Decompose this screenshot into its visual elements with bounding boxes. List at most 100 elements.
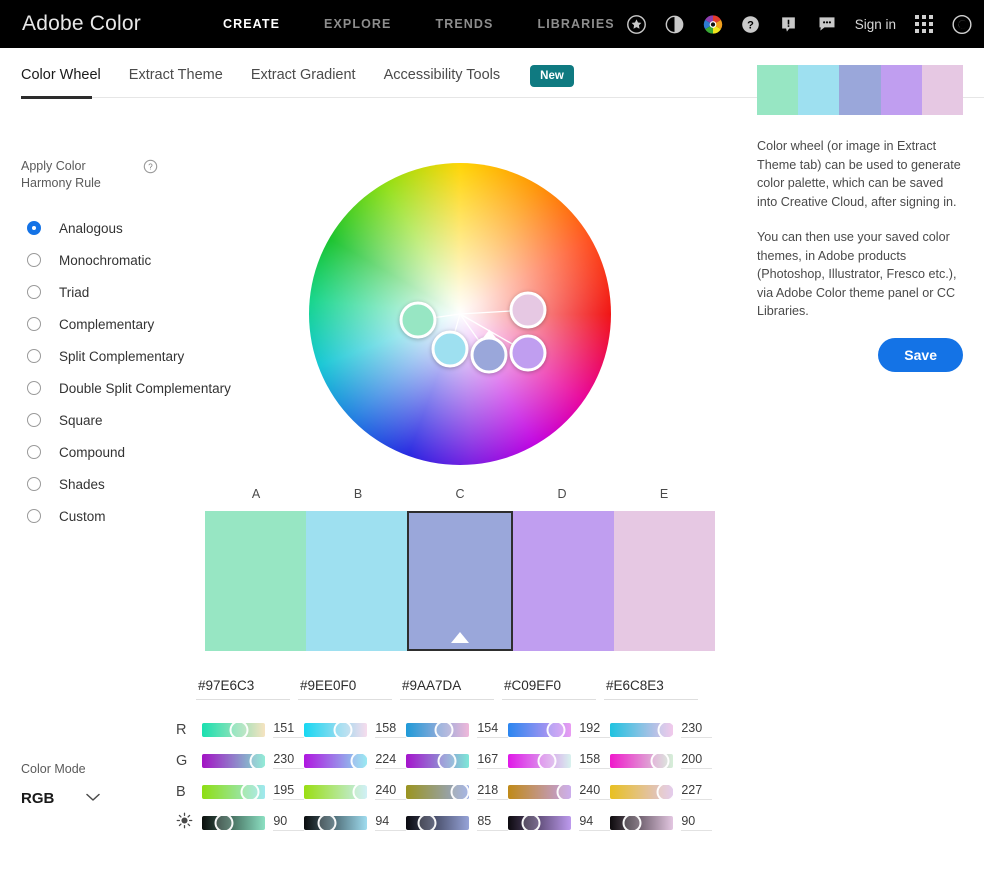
radio-icon[interactable] <box>27 253 41 267</box>
rule-compound[interactable]: Compound <box>21 436 241 468</box>
tab-accessibility-tools[interactable]: Accessibility Tools <box>384 67 501 85</box>
channel-slider-knob[interactable] <box>214 813 234 832</box>
channel-value[interactable]: 94 <box>375 814 406 831</box>
new-badge[interactable]: New <box>530 65 574 87</box>
channel-value[interactable]: 151 <box>273 721 304 738</box>
channel-value[interactable]: 154 <box>477 721 508 738</box>
creative-cloud-icon[interactable] <box>952 14 972 34</box>
channel-slider-track[interactable] <box>304 751 370 770</box>
channel-value[interactable]: 158 <box>579 752 610 769</box>
swatch-e[interactable] <box>613 511 716 651</box>
help-icon[interactable]: ? <box>741 14 761 34</box>
contrast-icon[interactable] <box>665 14 685 34</box>
channel-slider-track[interactable] <box>202 751 269 770</box>
rule-square[interactable]: Square <box>21 404 241 436</box>
nav-item-create[interactable]: CREATE <box>223 17 280 31</box>
radio-icon[interactable] <box>27 349 41 363</box>
channel-slider-track[interactable] <box>202 720 266 739</box>
help-circle-icon[interactable]: ? <box>143 159 158 179</box>
channel-value[interactable]: 192 <box>579 721 610 738</box>
channel-slider-track[interactable] <box>406 813 470 832</box>
channel-value[interactable]: 90 <box>273 814 304 831</box>
channel-slider-knob[interactable] <box>350 751 370 770</box>
channel-slider-knob[interactable] <box>352 782 372 801</box>
channel-slider-knob[interactable] <box>622 813 642 832</box>
channel-slider-knob[interactable] <box>521 813 541 832</box>
color-wheel-icon[interactable] <box>703 14 723 34</box>
channel-slider-track[interactable] <box>406 782 470 801</box>
channel-slider-track[interactable] <box>304 782 372 801</box>
tab-color-wheel[interactable]: Color Wheel <box>21 67 101 85</box>
channel-slider-knob[interactable] <box>546 720 566 739</box>
wheel-handle-d[interactable] <box>509 334 547 372</box>
channel-value[interactable]: 94 <box>579 814 610 831</box>
wheel-handle-a[interactable] <box>399 301 437 339</box>
channel-slider-track[interactable] <box>508 720 572 739</box>
hex-input-a[interactable] <box>196 678 290 700</box>
swatch-d[interactable] <box>512 511 614 651</box>
radio-icon[interactable] <box>27 509 41 523</box>
app-grid-icon[interactable] <box>914 14 934 34</box>
channel-value[interactable]: 224 <box>375 752 406 769</box>
channel-slider-track[interactable] <box>304 720 368 739</box>
channel-value[interactable]: 85 <box>477 814 508 831</box>
rule-double-split-complementary[interactable]: Double Split Complementary <box>21 372 241 404</box>
color-wheel[interactable] <box>309 163 611 465</box>
channel-slider-track[interactable] <box>508 751 572 770</box>
rule-split-complementary[interactable]: Split Complementary <box>21 340 241 372</box>
hex-input-b[interactable] <box>298 678 392 700</box>
channel-value[interactable]: 230 <box>681 721 712 738</box>
feedback-icon[interactable] <box>779 14 799 34</box>
channel-slider-knob[interactable] <box>240 782 260 801</box>
channel-slider-knob[interactable] <box>657 720 677 739</box>
channel-value[interactable]: 218 <box>477 783 508 800</box>
channel-slider-knob[interactable] <box>417 813 437 832</box>
rule-triad[interactable]: Triad <box>21 276 241 308</box>
rule-analogous[interactable]: Analogous <box>21 212 241 244</box>
rule-monochromatic[interactable]: Monochromatic <box>21 244 241 276</box>
channel-slider-track[interactable] <box>610 751 674 770</box>
wheel-handle-e[interactable] <box>509 291 547 329</box>
radio-icon[interactable] <box>27 285 41 299</box>
hex-input-d[interactable] <box>502 678 596 700</box>
channel-slider-knob[interactable] <box>333 720 353 739</box>
hex-input-c[interactable] <box>400 678 494 700</box>
radio-icon[interactable] <box>27 317 41 331</box>
channel-slider-knob[interactable] <box>656 782 676 801</box>
channel-slider-track[interactable] <box>406 720 470 739</box>
channel-value[interactable]: 230 <box>273 752 304 769</box>
radio-icon[interactable] <box>27 381 41 395</box>
wheel-handle-b[interactable] <box>431 330 469 368</box>
channel-slider-knob[interactable] <box>556 782 576 801</box>
nav-item-libraries[interactable]: LIBRARIES <box>537 17 614 31</box>
hex-input-e[interactable] <box>604 678 698 700</box>
star-icon[interactable] <box>627 14 647 34</box>
channel-value[interactable]: 90 <box>681 814 712 831</box>
sign-in-link[interactable]: Sign in <box>855 17 896 32</box>
channel-slider-knob[interactable] <box>317 813 337 832</box>
channel-slider-knob[interactable] <box>450 782 470 801</box>
radio-icon[interactable] <box>27 413 41 427</box>
channel-slider-track[interactable] <box>304 813 368 832</box>
radio-icon[interactable] <box>27 221 41 235</box>
swatch-b[interactable] <box>306 511 408 651</box>
channel-value[interactable]: 240 <box>579 783 610 800</box>
channel-slider-knob[interactable] <box>437 751 457 770</box>
channel-slider-track[interactable] <box>610 720 677 739</box>
channel-value[interactable]: 240 <box>375 783 406 800</box>
channel-slider-track[interactable] <box>406 751 470 770</box>
channel-slider-knob[interactable] <box>537 751 557 770</box>
tab-extract-theme[interactable]: Extract Theme <box>129 67 223 85</box>
channel-value[interactable]: 195 <box>273 783 304 800</box>
channel-slider-track[interactable] <box>202 813 266 832</box>
channel-value[interactable]: 158 <box>375 721 406 738</box>
radio-icon[interactable] <box>27 445 41 459</box>
swatch-c[interactable] <box>407 511 513 651</box>
channel-value[interactable]: 167 <box>477 752 508 769</box>
channel-slider-knob[interactable] <box>434 720 454 739</box>
channel-slider-knob[interactable] <box>249 751 269 770</box>
nav-item-explore[interactable]: EXPLORE <box>324 17 391 31</box>
channel-slider-track[interactable] <box>508 782 576 801</box>
rule-complementary[interactable]: Complementary <box>21 308 241 340</box>
channel-slider-track[interactable] <box>202 782 266 801</box>
